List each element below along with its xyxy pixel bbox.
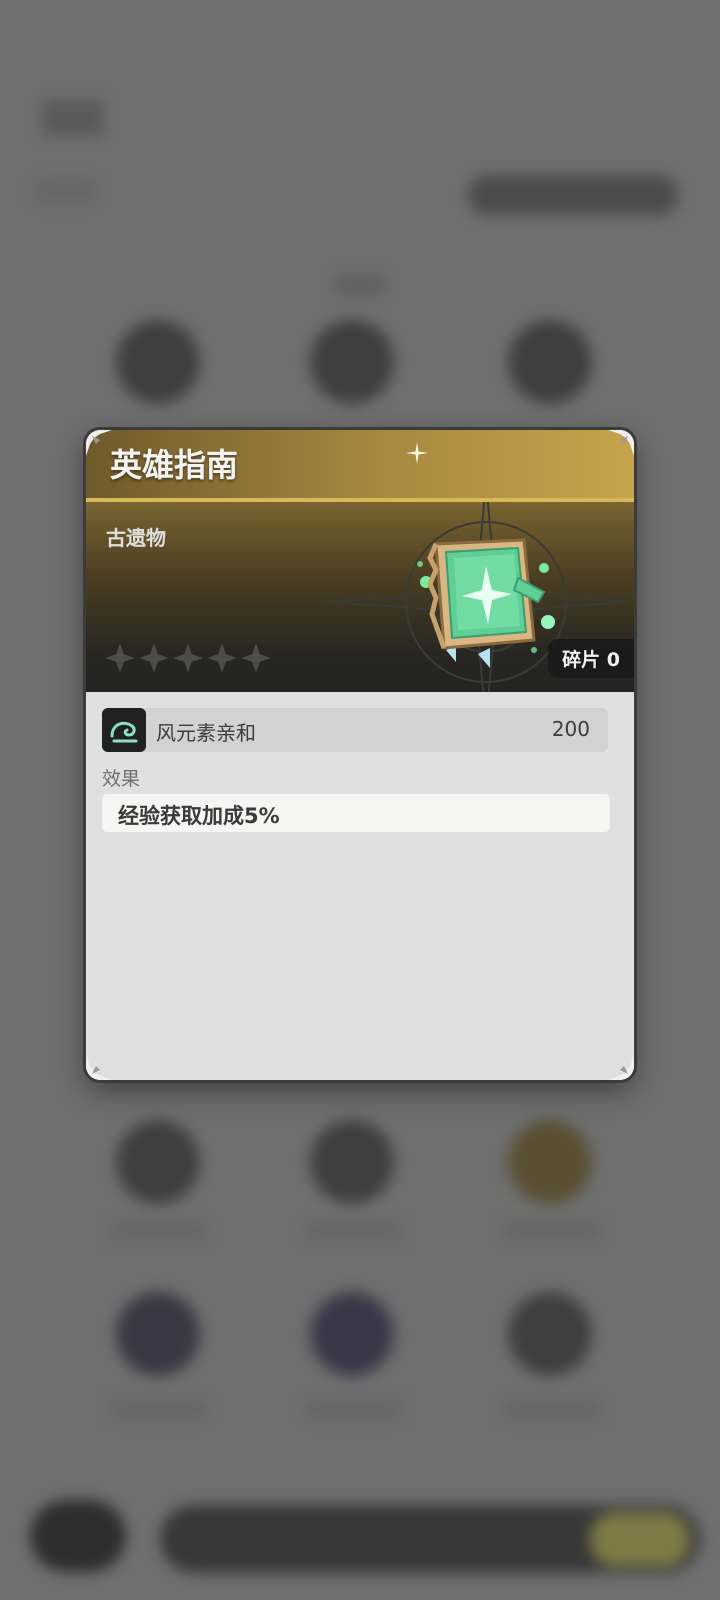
effect-box: 经验获取加成5% [102, 794, 610, 832]
bg-avatar [116, 1120, 200, 1204]
bg-name [504, 1222, 600, 1240]
bg-avatar [310, 320, 394, 404]
bg-filter-pill [468, 175, 678, 215]
bg-name [110, 1400, 206, 1418]
effect-text: 经验获取加成5% [118, 804, 280, 828]
star-icon [240, 642, 272, 674]
effect-label: 效果 [102, 768, 141, 790]
corner-ornament-icon [608, 1054, 634, 1080]
bg-name [110, 1222, 206, 1240]
bg-name [306, 1400, 402, 1418]
bg-title [42, 100, 104, 136]
stat-value: 200 [551, 717, 590, 741]
rarity-stars [104, 642, 272, 674]
bg-avatar [116, 320, 200, 404]
bg-avatar [508, 1120, 592, 1204]
bg-avatar [508, 1292, 592, 1376]
star-icon [104, 642, 136, 674]
bg-avatar [310, 1120, 394, 1204]
stat-row: 风元素亲和 200 [102, 708, 608, 752]
item-title: 英雄指南 [110, 446, 239, 484]
bg-avatar [508, 320, 592, 404]
stat-name: 风元素亲和 [156, 721, 256, 745]
item-category: 古遗物 [106, 526, 166, 550]
bg-name [504, 1400, 600, 1418]
item-banner: 古遗物 碎片 0 [86, 502, 634, 692]
bg-bottom-accent [590, 1512, 690, 1567]
shard-count-badge: 碎片 0 [548, 639, 634, 678]
bg-section-label [335, 275, 385, 295]
star-icon [206, 642, 238, 674]
corner-ornament-icon [86, 1054, 112, 1080]
sparkle-icon [406, 442, 428, 464]
item-detail-modal[interactable]: 英雄指南 古遗物 碎片 0 风元素亲和 200 效果 经验获取加成5% [86, 430, 634, 1080]
wind-element-icon [102, 708, 146, 752]
star-icon [172, 642, 204, 674]
modal-header: 英雄指南 [86, 430, 634, 502]
corner-ornament-icon [86, 430, 112, 456]
bg-avatar [116, 1292, 200, 1376]
bg-subtitle [36, 180, 96, 202]
bg-avatar [310, 1292, 394, 1376]
star-icon [138, 642, 170, 674]
bg-name [306, 1222, 402, 1240]
bg-bottom-button [30, 1500, 126, 1572]
corner-ornament-icon [608, 430, 634, 456]
